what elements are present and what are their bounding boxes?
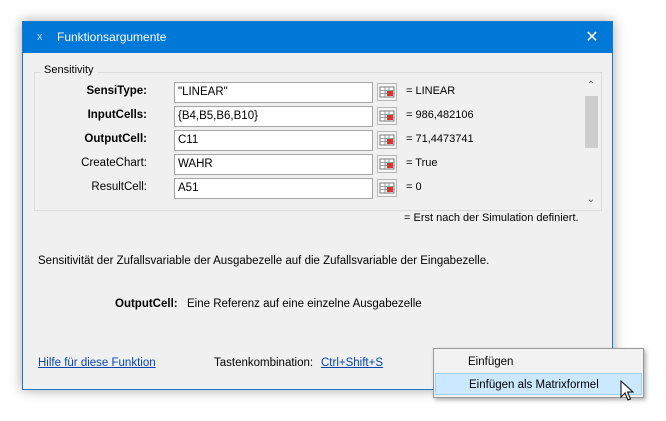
range-select-icon (379, 158, 395, 170)
argument-result: = True (406, 157, 438, 169)
function-description: Sensitivität der Zufallsvariable der Aus… (38, 255, 490, 267)
range-select-button[interactable] (377, 131, 397, 149)
argument-result: = 71,4473741 (406, 133, 474, 145)
argument-description-label: OutputCell: (115, 298, 178, 310)
scroll-thumb[interactable] (585, 96, 598, 148)
range-select-button[interactable] (377, 107, 397, 125)
argument-row-inputcells: InputCells: {B4,B5,B6,B10} = 986,482106 (35, 106, 583, 127)
argument-result: = 986,482106 (406, 109, 474, 121)
argument-label: OutputCell: (84, 133, 147, 145)
argument-input-resultcell[interactable]: A51 (174, 178, 373, 199)
scroll-down-icon[interactable]: ⌄ (583, 193, 599, 207)
range-select-button[interactable] (377, 83, 397, 101)
help-link[interactable]: Hilfe für diese Funktion (38, 357, 156, 369)
argument-input-createchart[interactable]: WAHR (174, 154, 373, 175)
argument-row-outputcell: OutputCell: C11 = 71,4473741 (35, 130, 583, 151)
range-select-icon (379, 182, 395, 194)
shortcut-link[interactable]: Ctrl+Shift+S (321, 357, 383, 369)
argument-result: = LINEAR (406, 85, 456, 97)
title-bar[interactable]: x Funktionsargumente ✕ (23, 22, 612, 53)
argument-input-sensitype[interactable]: "LINEAR" (174, 82, 373, 103)
excel-icon: x (37, 31, 43, 43)
argument-row-createchart: CreateChart: WAHR = True (35, 154, 583, 175)
argument-row-sensitype: SensiType: "LINEAR" = LINEAR (35, 82, 583, 103)
argument-row-resultcell: ResultCell: A51 = 0 (35, 178, 583, 199)
scroll-up-icon[interactable]: ⌃ (583, 79, 599, 93)
arguments-group: Sensitivity SensiType: "LINEAR" = LINEAR… (34, 64, 602, 211)
mouse-pointer-icon (620, 380, 634, 401)
argument-result: = 0 (406, 181, 422, 193)
argument-label: SensiType: (86, 85, 148, 97)
argument-label: CreateChart: (81, 157, 147, 169)
range-select-button[interactable] (377, 179, 397, 197)
argument-input-outputcell[interactable]: C11 (174, 130, 373, 151)
close-button[interactable]: ✕ (572, 22, 612, 53)
range-select-icon (379, 110, 395, 122)
argument-description-text: Eine Referenz auf eine einzelne Ausgabez… (187, 298, 422, 310)
simulation-note: = Erst nach der Simulation definiert. (404, 212, 579, 224)
range-select-icon (379, 86, 395, 98)
menu-item-einfuegen-als-matrixformel[interactable]: Einfügen als Matrixformel (435, 373, 642, 395)
arguments-scrollbar[interactable]: ⌃ ⌄ (583, 79, 599, 207)
window-title: Funktionsargumente (57, 30, 167, 44)
shortcut-label: Tastenkombination: (214, 357, 314, 369)
group-legend: Sensitivity (41, 64, 97, 76)
argument-label: ResultCell: (91, 181, 147, 193)
menu-item-einfuegen[interactable]: Einfügen (435, 351, 642, 373)
argument-input-inputcells[interactable]: {B4,B5,B6,B10} (174, 106, 373, 127)
context-menu: Einfügen Einfügen als Matrixformel (433, 348, 644, 398)
range-select-button[interactable] (377, 155, 397, 173)
range-select-icon (379, 134, 395, 146)
function-arguments-dialog: x Funktionsargumente ✕ Sensitivity Sensi… (22, 21, 613, 390)
argument-label: InputCells: (87, 109, 147, 121)
